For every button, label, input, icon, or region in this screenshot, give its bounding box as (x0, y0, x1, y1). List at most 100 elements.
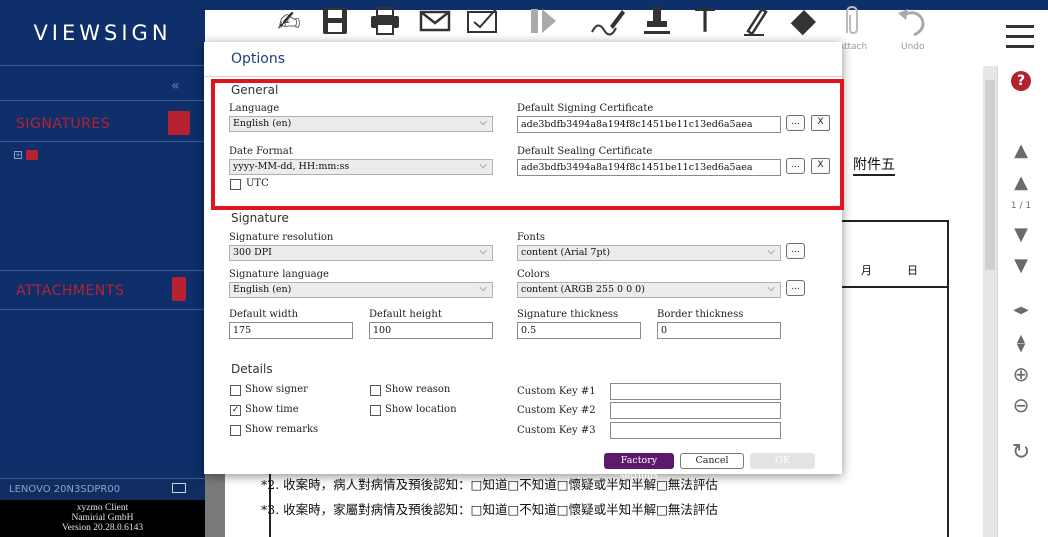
chevron-down-icon: ⌵ (767, 246, 775, 257)
sign-icon[interactable] (588, 2, 628, 40)
dialog-divider (204, 76, 842, 77)
undo-label: Undo (901, 42, 925, 52)
border-thickness-label: Border thickness (657, 309, 744, 320)
sidebar-divider (0, 270, 205, 271)
show-location-checkbox[interactable] (370, 405, 381, 416)
print-icon[interactable] (368, 2, 402, 40)
next-field-icon[interactable] (526, 2, 560, 40)
custom-key-2-label: Custom Key #2 (517, 405, 596, 416)
fit-height-icon[interactable]: ▲ ▼ (1010, 333, 1032, 353)
factory-settings-button[interactable]: Factory settings (604, 453, 674, 481)
tablet-icon[interactable] (172, 483, 186, 493)
app-logo: VIEWSIGN (0, 0, 205, 66)
resolution-value: 300 DPI (233, 247, 272, 258)
signature-field-icon (26, 150, 38, 160)
colors-label: Colors (517, 269, 550, 280)
colors-select[interactable]: content (ARGB 255 0 0 0) ⌵ (517, 282, 781, 298)
fonts-value: content (Arial 7pt) (521, 247, 611, 258)
custom-key-1-field[interactable] (610, 383, 781, 400)
company-line1: xyzmo Client (76, 503, 129, 513)
dialog-title: Options (231, 51, 286, 67)
show-signer-label: Show signer (245, 384, 308, 395)
last-page-icon[interactable]: ▼ (1010, 255, 1032, 276)
first-page-icon[interactable]: ▲ (1010, 140, 1032, 161)
next-page-icon[interactable]: ▼ (1010, 224, 1032, 245)
expand-icon[interactable]: + (14, 151, 22, 159)
previous-page-icon[interactable]: ▲ (1010, 172, 1032, 193)
show-remarks-label: Show remarks (245, 424, 319, 435)
sidebar-divider (0, 309, 205, 310)
undo-icon[interactable] (894, 2, 928, 40)
resolution-select[interactable]: 300 DPI ⌵ (229, 245, 493, 261)
month-label: 月 (861, 264, 872, 277)
show-signer-checkbox[interactable] (230, 385, 241, 396)
custom-key-1-label: Custom Key #1 (517, 386, 596, 397)
signatures-heading[interactable]: SIGNATURES (16, 116, 110, 132)
signature-thickness-field[interactable]: 0.5 (517, 322, 641, 339)
signature-language-label: Signature language (229, 269, 329, 280)
page-indicator: 1 / 1 (1010, 201, 1032, 211)
ok-button[interactable]: OK (750, 453, 815, 469)
show-remarks-checkbox[interactable] (230, 425, 241, 436)
stamp-icon[interactable] (640, 2, 674, 40)
default-height-label: Default height (369, 309, 442, 320)
zoom-out-icon[interactable]: ⊖ (1010, 393, 1032, 417)
show-time-label: Show time (245, 404, 299, 415)
chevron-down-icon: ⌵ (479, 246, 487, 257)
sidebar-divider (0, 100, 205, 101)
default-width-field[interactable]: 175 (229, 322, 353, 339)
custom-key-3-field[interactable] (610, 422, 781, 439)
attach-label: Attach (838, 42, 868, 52)
open-icon[interactable]: ✍ (272, 2, 306, 40)
fonts-select[interactable]: content (Arial 7pt) ⌵ (517, 245, 781, 261)
attachment-icon[interactable] (172, 277, 186, 301)
highlight-box (211, 79, 844, 210)
colors-browse-button[interactable]: ... (786, 280, 805, 296)
signature-language-select[interactable]: English (en) ⌵ (229, 282, 493, 298)
cancel-button[interactable]: Cancel (680, 453, 744, 469)
version-info: xyzmo Client Namirial GmbH Version 20.28… (0, 500, 205, 537)
signature-thickness-label: Signature thickness (517, 309, 619, 320)
scrollbar-thumb[interactable] (985, 80, 995, 270)
version-text: Version 20.28.0.6143 (61, 523, 144, 533)
show-location-label: Show location (385, 404, 457, 415)
show-reason-checkbox[interactable] (370, 385, 381, 396)
document-line-3: *3. 收案時，家屬對病情及預後認知：□知道□不知道□懷疑或半知半解□無法評估 (261, 502, 718, 517)
help-icon[interactable]: ? (1011, 71, 1031, 91)
default-height-field[interactable]: 100 (369, 322, 493, 339)
resolution-label: Signature resolution (229, 232, 334, 243)
save-icon[interactable] (318, 2, 352, 40)
show-time-checkbox[interactable]: ✓ (230, 405, 241, 416)
eraser-icon[interactable] (784, 2, 822, 40)
signature-language-value: English (en) (233, 284, 292, 295)
send-icon[interactable] (466, 2, 500, 40)
chevron-down-icon: ⌵ (767, 283, 775, 294)
menu-icon[interactable] (1006, 25, 1034, 55)
fit-width-icon[interactable]: ◀▶ (1010, 305, 1032, 316)
signature-heading: Signature (231, 211, 289, 225)
email-icon[interactable] (418, 2, 452, 40)
fonts-browse-button[interactable]: ... (786, 243, 805, 259)
custom-key-3-label: Custom Key #3 (517, 425, 596, 436)
text-icon[interactable]: T (690, 2, 720, 40)
navigation-panel (997, 66, 1048, 537)
pen-icon[interactable] (738, 2, 772, 40)
border-thickness-field[interactable]: 0 (657, 322, 781, 339)
signature-tree-item[interactable]: + (14, 150, 38, 160)
day-label: 日 (907, 264, 918, 277)
show-reason-label: Show reason (385, 384, 451, 395)
sidebar-divider (0, 141, 205, 142)
annex-label: 附件五 (853, 154, 895, 176)
default-width-label: Default width (229, 309, 299, 320)
zoom-in-icon[interactable]: ⊕ (1010, 362, 1032, 386)
custom-key-2-field[interactable] (610, 402, 781, 419)
attach-icon[interactable] (836, 2, 866, 40)
colors-value: content (ARGB 255 0 0 0) (521, 284, 645, 295)
details-heading: Details (231, 362, 273, 376)
collapse-sidebar-button[interactable]: « (171, 78, 180, 94)
company-line2: Namirial GmbH (71, 513, 134, 523)
fonts-label: Fonts (517, 232, 546, 243)
attachments-heading[interactable]: ATTACHMENTS (16, 283, 124, 299)
rotate-icon[interactable]: ↻ (1010, 440, 1032, 465)
signature-pen-icon[interactable] (168, 111, 190, 135)
